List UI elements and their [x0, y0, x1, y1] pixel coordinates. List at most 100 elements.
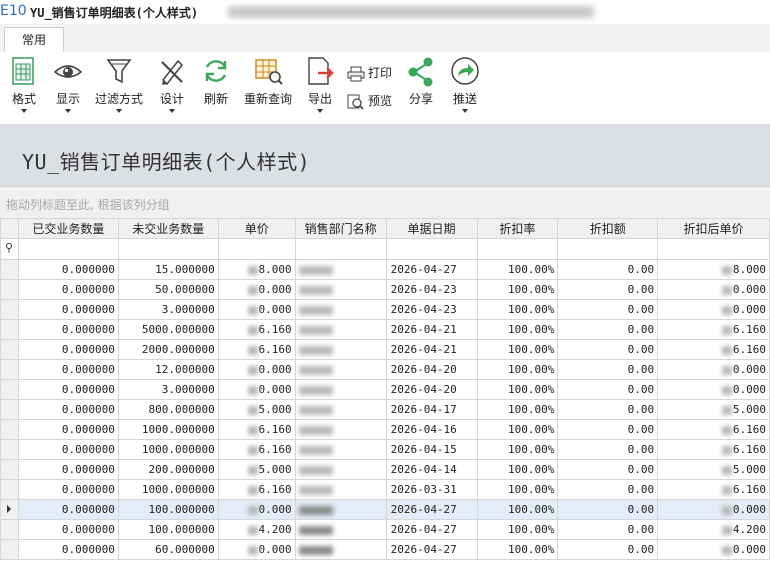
cell-delivered[interactable]: 0.000000 [17, 479, 119, 500]
cell-discount[interactable]: 0.00 [557, 439, 659, 460]
cell-sales-department-redacted[interactable] [294, 499, 387, 520]
row-indicator[interactable] [0, 479, 19, 500]
table-row[interactable]: 0.000000 3.000000 0.000 2026-04-23 100.00% 0.… [0, 299, 770, 320]
cell-sales-department-redacted[interactable] [294, 539, 387, 560]
cell-discount[interactable]: 0.00 [557, 319, 659, 340]
row-indicator[interactable] [0, 259, 19, 280]
cell-date[interactable]: 2026-04-17 [385, 399, 478, 420]
cell-date[interactable]: 2026-04-14 [385, 459, 478, 480]
column-header[interactable]: 折扣率 [476, 218, 559, 239]
cell-after[interactable]: 6.160 [657, 479, 770, 500]
cell-after[interactable]: 0.000 [657, 499, 770, 520]
cell-delivered[interactable]: 0.000000 [17, 339, 119, 360]
cell-rate[interactable]: 100.00% [476, 419, 559, 440]
cell-delivered[interactable]: 0.000000 [17, 359, 119, 380]
cell-undelivered[interactable]: 3.000000 [117, 299, 219, 320]
cell-discount[interactable]: 0.00 [557, 479, 659, 500]
cell-delivered[interactable]: 0.000000 [17, 499, 119, 520]
cell-undelivered[interactable]: 100.000000 [117, 519, 219, 540]
cell-undelivered[interactable]: 3.000000 [117, 379, 219, 400]
tab-common[interactable]: 常用 [4, 27, 64, 54]
cell-discount[interactable]: 0.00 [557, 259, 659, 280]
cell-date[interactable]: 2026-04-20 [385, 359, 478, 380]
cell-delivered[interactable]: 0.000000 [17, 299, 119, 320]
column-header[interactable]: 单据日期 [385, 218, 478, 239]
cell-discount[interactable]: 0.00 [557, 419, 659, 440]
table-row[interactable]: 0.000000 2000.000000 6.160 2026-04-21 100.00… [0, 339, 770, 360]
cell-discount[interactable]: 0.00 [557, 359, 659, 380]
cell-rate[interactable]: 100.00% [476, 259, 559, 280]
format-button[interactable]: 格式 [8, 54, 40, 113]
cell-after[interactable]: 0.000 [657, 359, 770, 380]
cell-undelivered[interactable]: 12.000000 [117, 359, 219, 380]
column-header[interactable]: 折扣后单价 [657, 218, 770, 239]
cell-discount[interactable]: 0.00 [557, 399, 659, 420]
cell-after[interactable]: 0.000 [657, 539, 770, 560]
push-button[interactable]: 推送 [449, 54, 481, 113]
design-button[interactable]: 设计 [156, 54, 188, 113]
cell-discount[interactable]: 0.00 [557, 499, 659, 520]
cell-date[interactable]: 2026-04-16 [385, 419, 478, 440]
filter-cell[interactable] [476, 238, 559, 260]
cell-rate[interactable]: 100.00% [476, 299, 559, 320]
cell-rate[interactable]: 100.00% [476, 459, 559, 480]
row-indicator[interactable] [0, 319, 19, 340]
cell-rate[interactable]: 100.00% [476, 319, 559, 340]
cell-date[interactable]: 2026-04-23 [385, 299, 478, 320]
table-row[interactable]: 0.000000 100.000000 0.000 2026-04-27 100.00%… [0, 499, 770, 520]
cell-sales-department-redacted[interactable] [294, 319, 387, 340]
group-by-panel[interactable]: 拖动列标题至此, 根据该列分组 [0, 186, 770, 220]
preview-button[interactable]: 预览 [347, 92, 392, 110]
cell-after[interactable]: 5.000 [657, 399, 770, 420]
cell-price[interactable]: 6.160 [217, 419, 296, 440]
table-row[interactable]: 0.000000 5000.000000 6.160 2026-04-21 100.00… [0, 319, 770, 340]
cell-date[interactable]: 2026-04-27 [385, 259, 478, 280]
cell-undelivered[interactable]: 1000.000000 [117, 439, 219, 460]
cell-rate[interactable]: 100.00% [476, 479, 559, 500]
filter-cell[interactable] [17, 238, 119, 260]
row-indicator[interactable] [0, 379, 19, 400]
cell-price[interactable]: 0.000 [217, 299, 296, 320]
row-indicator[interactable] [0, 339, 19, 360]
cell-sales-department-redacted[interactable] [294, 399, 387, 420]
table-row[interactable]: 0.000000 15.000000 8.000 2026-04-27 100.00% 0… [0, 259, 770, 280]
row-indicator[interactable] [0, 519, 19, 540]
cell-undelivered[interactable]: 50.000000 [117, 279, 219, 300]
row-indicator[interactable] [0, 459, 19, 480]
cell-price[interactable]: 0.000 [217, 379, 296, 400]
cell-date[interactable]: 2026-04-23 [385, 279, 478, 300]
table-row[interactable]: 0.000000 12.000000 0.000 2026-04-20 100.00% 0… [0, 359, 770, 380]
row-indicator[interactable] [0, 499, 19, 520]
display-button[interactable]: 显示 [52, 54, 84, 113]
cell-rate[interactable]: 100.00% [476, 539, 559, 560]
filter-cell[interactable] [217, 238, 296, 260]
export-button[interactable]: 导出 [304, 54, 336, 113]
column-header[interactable]: 单价 [217, 218, 296, 239]
cell-sales-department-redacted[interactable] [294, 259, 387, 280]
cell-price[interactable]: 4.200 [217, 519, 296, 540]
cell-after[interactable]: 6.160 [657, 319, 770, 340]
cell-rate[interactable]: 100.00% [476, 399, 559, 420]
cell-price[interactable]: 5.000 [217, 399, 296, 420]
cell-rate[interactable]: 100.00% [476, 499, 559, 520]
cell-sales-department-redacted[interactable] [294, 279, 387, 300]
cell-delivered[interactable]: 0.000000 [17, 319, 119, 340]
cell-date[interactable]: 2026-03-31 [385, 479, 478, 500]
cell-discount[interactable]: 0.00 [557, 459, 659, 480]
row-indicator[interactable] [0, 299, 19, 320]
cell-sales-department-redacted[interactable] [294, 299, 387, 320]
cell-undelivered[interactable]: 100.000000 [117, 499, 219, 520]
cell-price[interactable]: 6.160 [217, 479, 296, 500]
cell-discount[interactable]: 0.00 [557, 379, 659, 400]
cell-undelivered[interactable]: 60.000000 [117, 539, 219, 560]
cell-rate[interactable]: 100.00% [476, 519, 559, 540]
cell-delivered[interactable]: 0.000000 [17, 539, 119, 560]
cell-after[interactable]: 8.000 [657, 259, 770, 280]
cell-rate[interactable]: 100.00% [476, 439, 559, 460]
row-indicator[interactable] [0, 439, 19, 460]
cell-date[interactable]: 2026-04-27 [385, 499, 478, 520]
cell-sales-department-redacted[interactable] [294, 439, 387, 460]
column-header[interactable]: 折扣额 [557, 218, 659, 239]
cell-after[interactable]: 4.200 [657, 519, 770, 540]
cell-price[interactable]: 0.000 [217, 539, 296, 560]
